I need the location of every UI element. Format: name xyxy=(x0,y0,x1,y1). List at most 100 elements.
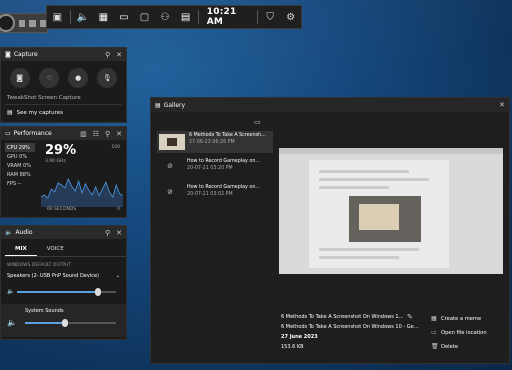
capture-icon[interactable]: ▦ xyxy=(93,6,114,28)
master-volume-fill xyxy=(17,290,99,293)
gallery-actions: ▦ Create a meme ▭ Open file location 🗑 D… xyxy=(431,315,487,357)
stat-cpu[interactable]: CPU 29% xyxy=(5,143,35,152)
folder-icon: ▭ xyxy=(431,329,437,336)
chevron-down-icon: ⌄ xyxy=(115,273,120,279)
capture-header[interactable]: ◙ Capture ⚲ ✕ xyxy=(1,48,126,61)
create-meme-button[interactable]: ▦ Create a meme xyxy=(431,315,487,322)
close-icon[interactable]: ✕ xyxy=(499,101,505,109)
gallery-item-date: 20-07-21 03:02 PM xyxy=(187,192,233,197)
record-last-button[interactable]: ⟲ xyxy=(38,68,59,88)
pin-icon[interactable]: ⚲ xyxy=(105,51,110,59)
screenshot-preview[interactable] xyxy=(279,148,503,274)
shield-icon[interactable]: ⛉ xyxy=(260,6,281,28)
start-recording-button[interactable]: ● xyxy=(68,68,89,88)
audio-title: Audio xyxy=(15,229,33,236)
resources-icon[interactable]: ▢ xyxy=(134,6,155,28)
performance-header-icon: ▭ xyxy=(5,130,11,137)
capture-title: Capture xyxy=(13,51,38,58)
gallery-header[interactable]: ▤ Gallery ✕ xyxy=(151,98,509,112)
performance-stats-list: CPU 29% GPU 0% VRAM 0% RAM 88% FPS -- xyxy=(5,143,35,188)
camera-icon: ◙ xyxy=(5,51,11,58)
open-file-location-label: Open file location xyxy=(441,329,487,336)
gallery-item[interactable]: ⊘ How to Record Gameplay on... 20-07-21 … xyxy=(157,183,273,205)
output-device-dropdown[interactable]: Speakers (2- USB PnP Sound Device) ⌄ xyxy=(7,273,120,279)
gallery-header-icon: ▤ xyxy=(155,101,161,109)
edit-pencil-icon[interactable]: ✎ xyxy=(407,313,413,321)
gallery-item-date: 20-07-21 03:20 PM xyxy=(187,166,233,171)
system-sounds-volume-slider[interactable] xyxy=(25,318,116,327)
delete-button[interactable]: 🗑 Delete xyxy=(431,343,487,350)
stat-fps[interactable]: FPS -- xyxy=(5,179,35,188)
file-name-short: 6 Methods To Take A Screenshot On Window… xyxy=(281,314,404,320)
close-icon[interactable]: ✕ xyxy=(116,229,122,237)
performance-icon[interactable]: ▭ xyxy=(114,6,135,28)
app-volume-label: System Sounds xyxy=(25,308,64,314)
create-meme-label: Create a meme xyxy=(441,315,482,322)
capture-divider xyxy=(5,104,122,105)
gallery-item-title: 6 Methods To Take A Screensh... xyxy=(189,133,266,138)
screenshot-button[interactable]: ◙ xyxy=(9,68,30,88)
toolbar-divider-2 xyxy=(197,10,199,24)
stat-vram[interactable]: VRAM 0% xyxy=(5,161,35,170)
system-sounds-volume-fill xyxy=(25,321,66,324)
close-icon[interactable]: ✕ xyxy=(116,130,122,138)
video-icon: ⊘ xyxy=(167,162,173,170)
output-device-name: Speakers (2- USB PnP Sound Device) xyxy=(7,273,99,279)
capture-app-caption: TweakShot Screen Capture xyxy=(7,95,81,101)
cpu-usage-value: 29% xyxy=(45,143,77,158)
gallery-item[interactable]: 6 Methods To Take A Screensh... 27-06-23… xyxy=(157,131,273,153)
xbox-social-icon[interactable]: ⚇ xyxy=(155,6,176,28)
chart-max-label: 100 xyxy=(111,145,120,150)
pin-icon[interactable]: ⚲ xyxy=(105,130,110,138)
mini-square-icon-2 xyxy=(29,19,37,27)
gallery-list: 6 Methods To Take A Screensh... 27-06-23… xyxy=(157,131,273,209)
file-date: 27 June 2023 xyxy=(281,334,318,340)
screenshot-thumbnail xyxy=(159,134,185,150)
video-icon: ⊘ xyxy=(167,188,173,196)
xbox-logo-icon[interactable] xyxy=(0,14,15,32)
gallery-item[interactable]: ⊘ How to Record Gameplay on... 20-07-21 … xyxy=(157,157,273,179)
master-volume-thumb[interactable] xyxy=(95,287,102,296)
toolbar-divider-3 xyxy=(257,10,258,24)
gallery-item-title: How to Record Gameplay on... xyxy=(187,159,260,164)
audio-tabs: MIX VOICE xyxy=(5,242,126,257)
tab-mix[interactable]: MIX xyxy=(5,242,37,256)
stat-gpu[interactable]: GPU 0% xyxy=(5,152,35,161)
default-output-label: WINDOWS DEFAULT OUTPUT xyxy=(7,263,72,268)
system-sounds-volume-thumb[interactable] xyxy=(62,318,69,327)
open-file-location-button[interactable]: ▭ Open file location xyxy=(431,329,487,336)
mic-off-button[interactable]: 🎙 xyxy=(97,68,118,88)
gear-icon[interactable]: ⚙ xyxy=(280,6,301,28)
clock: 10:21 AM xyxy=(206,7,237,27)
cpu-history-chart xyxy=(41,177,123,207)
toolbar-divider xyxy=(69,10,71,24)
chart-options-icon[interactable]: ▥ xyxy=(80,130,87,138)
meme-icon: ▦ xyxy=(431,315,437,322)
gallery-widget: ▤ Gallery ✕ ▭ 6 Methods To Take A Screen… xyxy=(150,97,510,364)
gallery-item-date: 27-06-23 06:26 PM xyxy=(189,140,235,145)
close-icon[interactable]: ✕ xyxy=(116,51,122,59)
performance-header[interactable]: ▭ Performance ▥ ☷ ⚲ ✕ xyxy=(1,127,126,140)
gallery-title: Gallery xyxy=(163,101,186,109)
filter-icon[interactable]: ▭ xyxy=(254,118,261,126)
system-sounds-speaker-icon[interactable]: 🔈 xyxy=(7,318,25,327)
audio-header[interactable]: 🔈 Audio ⚲ ✕ xyxy=(1,226,126,239)
audio-icon[interactable]: 🔈 xyxy=(72,6,93,28)
stat-ram[interactable]: RAM 88% xyxy=(5,170,35,179)
speaker-header-icon: 🔈 xyxy=(5,229,13,236)
pin-icon[interactable]: ⚲ xyxy=(105,229,110,237)
game-bar-home-strip[interactable] xyxy=(0,13,48,33)
tab-voice[interactable]: VOICE xyxy=(37,242,74,256)
delete-label: Delete xyxy=(441,343,459,350)
settings-icon[interactable]: ☷ xyxy=(93,130,99,138)
see-captures-link[interactable]: ▤ See my captures xyxy=(7,109,126,116)
trash-icon: 🗑 xyxy=(431,343,439,350)
gallery-item-title: How to Record Gameplay on... xyxy=(187,185,260,190)
performance-title: Performance xyxy=(13,130,52,137)
speaker-icon[interactable]: 🔈 xyxy=(7,288,17,295)
chart-min-label: 0 xyxy=(117,207,120,212)
gallery-icon[interactable]: ▤ xyxy=(175,6,196,28)
widget-menu-icon[interactable]: ▣ xyxy=(47,6,68,28)
game-bar-toolbar: ▣ 🔈 ▦ ▭ ▢ ⚇ ▤ 10:21 AM ⛉ ⚙ xyxy=(46,5,302,29)
master-volume-slider[interactable] xyxy=(17,287,116,296)
